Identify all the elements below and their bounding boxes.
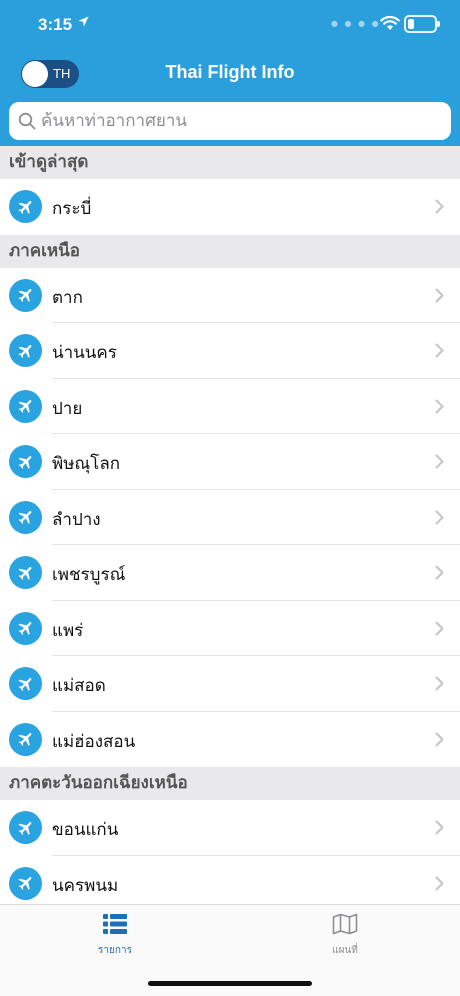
- list-item[interactable]: ปาย: [0, 378, 460, 434]
- section-header-recent: เข้าดูล่าสุด: [0, 146, 460, 179]
- airport-name: ลำปาง: [52, 509, 101, 530]
- map-icon: [332, 913, 358, 939]
- status-bar: 3:15 ● ● ● ●: [0, 0, 460, 50]
- page-title: Thai Flight Info: [165, 62, 295, 82]
- list-item[interactable]: ตาก: [0, 267, 460, 323]
- chevron-right-icon: [435, 343, 444, 362]
- airport-name: นครพนม: [52, 875, 119, 896]
- chevron-right-icon: [435, 399, 444, 418]
- chevron-right-icon: [435, 820, 444, 839]
- list-item[interactable]: นครพนม: [0, 855, 460, 911]
- tab-list[interactable]: รายการ: [55, 913, 175, 958]
- list-item[interactable]: แพร่: [0, 600, 460, 656]
- airport-name: กระบี่: [52, 199, 92, 219]
- battery-icon: [404, 15, 440, 33]
- airplane-icon: [9, 722, 42, 756]
- airport-name: พิษณุโลก: [52, 454, 121, 474]
- chevron-right-icon: [435, 288, 444, 307]
- tab-map-label: แผนที่: [332, 945, 358, 956]
- airport-name: แม่สอด: [52, 676, 106, 696]
- airplane-icon: [9, 866, 42, 900]
- airport-name: ตาก: [52, 287, 83, 308]
- list-item[interactable]: กระบี่: [0, 179, 460, 235]
- location-arrow-icon: [78, 16, 89, 31]
- tab-map[interactable]: แผนที่: [285, 913, 405, 958]
- section-header-north: ภาคเหนือ: [0, 234, 460, 268]
- list-item[interactable]: ลำปาง: [0, 489, 460, 545]
- airport-name: น่านนคร: [52, 343, 117, 363]
- chevron-right-icon: [435, 510, 444, 529]
- search-input[interactable]: [41, 106, 441, 136]
- chevron-right-icon: [435, 876, 444, 895]
- chevron-right-icon: [435, 565, 444, 584]
- chevron-right-icon: [435, 454, 444, 473]
- list-item[interactable]: แม่ฮ่องสอน: [0, 711, 460, 767]
- list-item[interactable]: พิษณุโลก: [0, 434, 460, 490]
- section-header-northeast: ภาคตะวันออกเฉียงเหนือ: [0, 767, 460, 800]
- home-indicator: [148, 981, 312, 986]
- status-time: 3:15: [38, 15, 73, 34]
- airport-list: เข้าดูล่าสุด กระบี่ ภาคเหนือ ตาก น่านนคร…: [0, 146, 460, 911]
- list-item[interactable]: แม่สอด: [0, 656, 460, 712]
- chevron-right-icon: [435, 621, 444, 640]
- airplane-icon: [9, 445, 42, 478]
- airplane-icon: [9, 389, 42, 423]
- list-item[interactable]: น่านนคร: [0, 323, 460, 379]
- chevron-right-icon: [435, 676, 444, 695]
- list-icon: [102, 914, 128, 939]
- list-item[interactable]: ขอนแก่น: [0, 800, 460, 856]
- airport-name: แพร่: [52, 620, 84, 641]
- airplane-icon: [9, 190, 42, 223]
- airport-name: เพชรบูรณ์: [52, 565, 126, 585]
- navigation-header: 3:15 ● ● ● ● TH Thai Flight Info: [0, 0, 460, 146]
- signal-dots-icon: ● ● ● ●: [331, 19, 381, 28]
- search-icon: [18, 112, 36, 134]
- airport-name: ปาย: [52, 398, 83, 419]
- airplane-icon: [9, 811, 42, 844]
- chevron-right-icon: [435, 732, 444, 751]
- airport-name: แม่ฮ่องสอน: [52, 731, 136, 752]
- search-bar[interactable]: [9, 102, 451, 140]
- airplane-icon: [9, 500, 42, 534]
- airplane-icon: [9, 611, 42, 645]
- airplane-icon: [9, 334, 42, 367]
- airplane-icon: [9, 556, 42, 589]
- airplane-icon: [9, 278, 42, 312]
- tab-list-label: รายการ: [98, 945, 132, 956]
- airplane-icon: [9, 667, 42, 700]
- airport-name: ขอนแก่น: [52, 820, 119, 840]
- list-item[interactable]: เพชรบูรณ์: [0, 545, 460, 601]
- chevron-right-icon: [435, 199, 444, 218]
- wifi-icon: [380, 15, 400, 35]
